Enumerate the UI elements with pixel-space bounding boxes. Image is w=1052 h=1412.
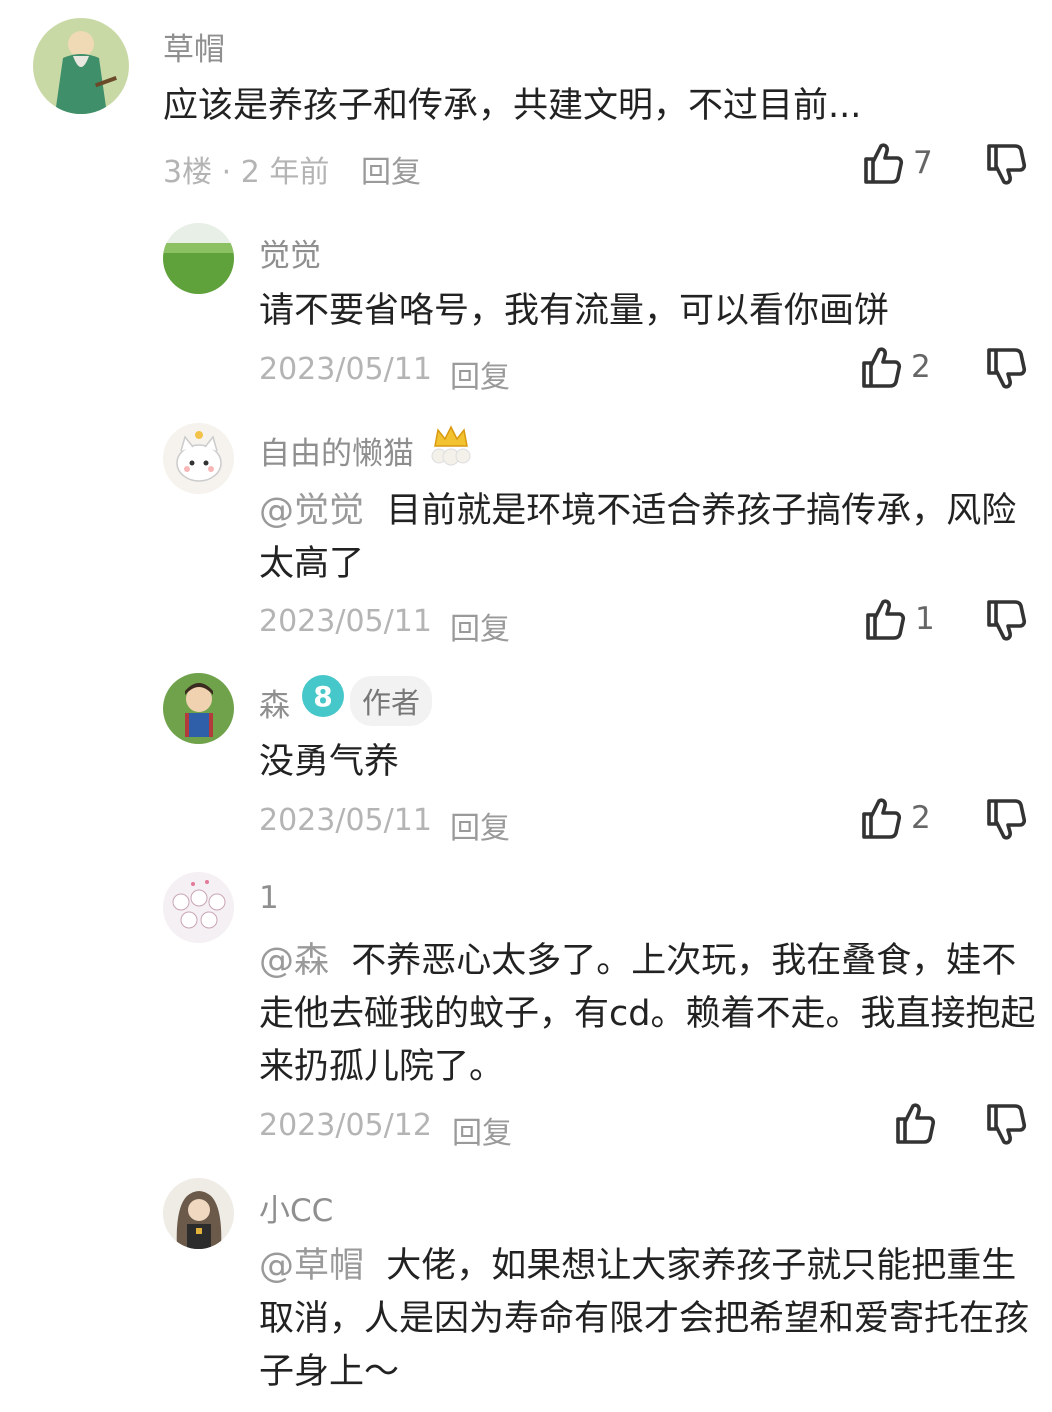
- comment-body: 不养恶心太多了。上次玩，我在叠食，娃不走他去碰我的蚊子，有cd。赖着不走。我直接…: [259, 941, 1036, 1087]
- timestamp: 2023/05/12: [259, 1108, 432, 1143]
- thumbs-down-icon: [980, 140, 1030, 190]
- dislike-button[interactable]: [980, 1100, 1030, 1150]
- avatar[interactable]: [163, 872, 234, 943]
- dislike-button[interactable]: [980, 596, 1030, 646]
- thumbs-up-icon: [855, 793, 905, 843]
- mention-link[interactable]: @觉觉: [259, 491, 364, 531]
- comment-text: @觉觉 目前就是环境不适合养孩子搞传承，风险太高了: [259, 485, 1039, 591]
- like-button[interactable]: 7: [857, 138, 933, 188]
- username[interactable]: 1: [259, 880, 279, 916]
- like-button[interactable]: 2: [855, 793, 931, 843]
- comment-text: 没勇气养: [259, 742, 400, 782]
- level-number: 8: [313, 680, 332, 713]
- level-badge-icon: 8: [300, 673, 346, 719]
- avatar[interactable]: [33, 18, 129, 114]
- floor-and-time: 3楼 · 2 年前: [163, 155, 330, 190]
- author-badge: 作者: [350, 676, 433, 726]
- reply-button[interactable]: 回复: [450, 803, 510, 847]
- thumbs-up-icon: [889, 1098, 939, 1148]
- comment-body: 大佬，如果想让大家养孩子就只能把重生取消，人是因为寿命有限才会把希望和爱寄托在孩…: [259, 1246, 1030, 1392]
- avatar[interactable]: [163, 1178, 234, 1249]
- reply-button[interactable]: 回复: [450, 352, 510, 396]
- comment-text: 请不要省咯号，我有流量，可以看你画饼: [259, 291, 890, 331]
- dislike-button[interactable]: [980, 795, 1030, 845]
- comment-text: @草帽 大佬，如果想让大家养孩子就只能把重生取消，人是因为寿命有限才会把希望和爱…: [259, 1240, 1039, 1399]
- username[interactable]: 森: [259, 680, 290, 725]
- comment-body: 目前就是环境不适合养孩子搞传承，风险太高了: [259, 491, 1017, 584]
- dislike-button[interactable]: [980, 344, 1030, 394]
- username[interactable]: 觉觉: [259, 230, 321, 275]
- timestamp: 2023/05/11: [259, 803, 432, 838]
- username[interactable]: 小CC: [259, 1185, 333, 1230]
- reply-button[interactable]: 回复: [452, 1108, 512, 1152]
- like-count: 2: [911, 800, 931, 836]
- timestamp: 2023/05/11: [259, 604, 432, 639]
- thumbs-down-icon: [980, 1100, 1030, 1150]
- mention-link[interactable]: @草帽: [259, 1246, 364, 1286]
- username[interactable]: 自由的懒猫: [259, 428, 414, 473]
- crown-icon: [428, 424, 474, 466]
- like-count: 7: [913, 145, 933, 181]
- comment-text: 应该是养孩子和传承，共建文明，不过目前...: [163, 86, 862, 126]
- thumbs-up-icon: [857, 138, 907, 188]
- reply-button[interactable]: 回复: [450, 604, 510, 648]
- thumbs-down-icon: [980, 596, 1030, 646]
- timestamp: 2023/05/11: [259, 352, 432, 387]
- mention-link[interactable]: @森: [259, 941, 329, 981]
- thumbs-up-icon: [859, 594, 909, 644]
- avatar[interactable]: [163, 673, 234, 744]
- thumbs-down-icon: [980, 344, 1030, 394]
- like-button[interactable]: [889, 1098, 945, 1148]
- like-button[interactable]: 2: [855, 342, 931, 392]
- like-count: 1: [915, 601, 935, 637]
- reply-button[interactable]: 回复: [361, 147, 421, 191]
- dislike-button[interactable]: [980, 140, 1030, 190]
- comment-text: @森 不养恶心太多了。上次玩，我在叠食，娃不走他去碰我的蚊子，有cd。赖着不走。…: [259, 935, 1039, 1094]
- like-button[interactable]: 1: [859, 594, 935, 644]
- like-count: 2: [911, 349, 931, 385]
- thumbs-up-icon: [855, 342, 905, 392]
- thumbs-down-icon: [980, 795, 1030, 845]
- username[interactable]: 草帽: [163, 24, 225, 69]
- avatar[interactable]: [163, 423, 234, 494]
- avatar[interactable]: [163, 223, 234, 294]
